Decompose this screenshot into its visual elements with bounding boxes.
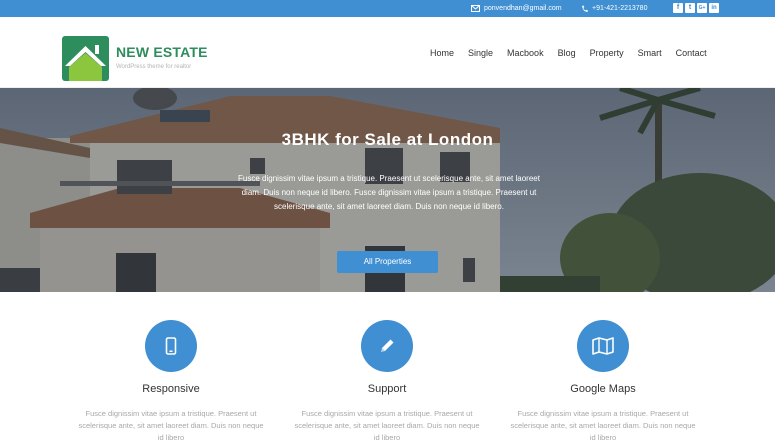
facebook-icon[interactable]: f — [673, 3, 683, 13]
nav-item-single[interactable]: Single — [468, 48, 493, 58]
nav-item-blog[interactable]: Blog — [558, 48, 576, 58]
brand-tagline: WordPress theme for realtor — [116, 64, 192, 70]
mobile-icon — [165, 337, 177, 355]
pencil-icon — [381, 339, 394, 352]
hero-title: 3BHK for Sale at London — [281, 130, 494, 149]
hero-description: Fusce dignissim vitae ipsum a tristique.… — [238, 174, 540, 211]
envelope-icon — [471, 5, 480, 12]
top-bar: ponvendhan@gmail.com +91-421-2213780 f t… — [0, 0, 775, 17]
features-section: Responsive Fusce dignissim vitae ipsum a… — [0, 292, 775, 440]
feature-icon-circle — [361, 320, 413, 372]
linkedin-icon[interactable]: in — [709, 3, 719, 13]
feature-description: Fusce dignissim vitae ipsum a tristique.… — [78, 409, 264, 440]
nav-item-home[interactable]: Home — [430, 48, 454, 58]
feature-support: Support Fusce dignissim vitae ipsum a tr… — [292, 320, 482, 440]
feature-title: Support — [367, 383, 407, 395]
email-contact[interactable]: ponvendhan@gmail.com — [471, 3, 562, 14]
nav-item-contact[interactable]: Contact — [676, 48, 707, 58]
nav-item-smart[interactable]: Smart — [638, 48, 662, 58]
feature-description: Fusce dignissim vitae ipsum a tristique.… — [510, 409, 696, 440]
nav-item-property[interactable]: Property — [590, 48, 624, 58]
google-plus-icon[interactable]: G+ — [697, 3, 707, 13]
feature-icon-circle — [577, 320, 629, 372]
email-text: ponvendhan@gmail.com — [484, 5, 562, 12]
phone-text: +91-421-2213780 — [592, 5, 648, 12]
twitter-icon[interactable]: t — [685, 3, 695, 13]
phone-contact[interactable]: +91-421-2213780 — [581, 3, 647, 14]
feature-google-maps: Google Maps Fusce dignissim vitae ipsum … — [508, 320, 698, 440]
site-header: NEW ESTATE WordPress theme for realtor H… — [0, 17, 775, 88]
feature-title: Google Maps — [570, 383, 636, 395]
feature-icon-circle — [145, 320, 197, 372]
phone-icon — [582, 5, 588, 12]
social-links: f t G+ in — [673, 3, 719, 13]
house-logo-icon[interactable] — [62, 36, 109, 81]
main-nav: Home Single Macbook Blog Property Smart … — [430, 48, 707, 58]
nav-item-macbook[interactable]: Macbook — [507, 48, 544, 58]
map-icon — [592, 337, 614, 355]
all-properties-button[interactable]: All Properties — [337, 251, 438, 273]
feature-description: Fusce dignissim vitae ipsum a tristique.… — [294, 409, 480, 440]
hero-banner: 3BHK for Sale at London Fusce dignissim … — [0, 88, 775, 292]
feature-title: Responsive — [142, 383, 200, 395]
brand-name[interactable]: NEW ESTATE — [116, 44, 208, 60]
feature-responsive: Responsive Fusce dignissim vitae ipsum a… — [76, 320, 266, 440]
